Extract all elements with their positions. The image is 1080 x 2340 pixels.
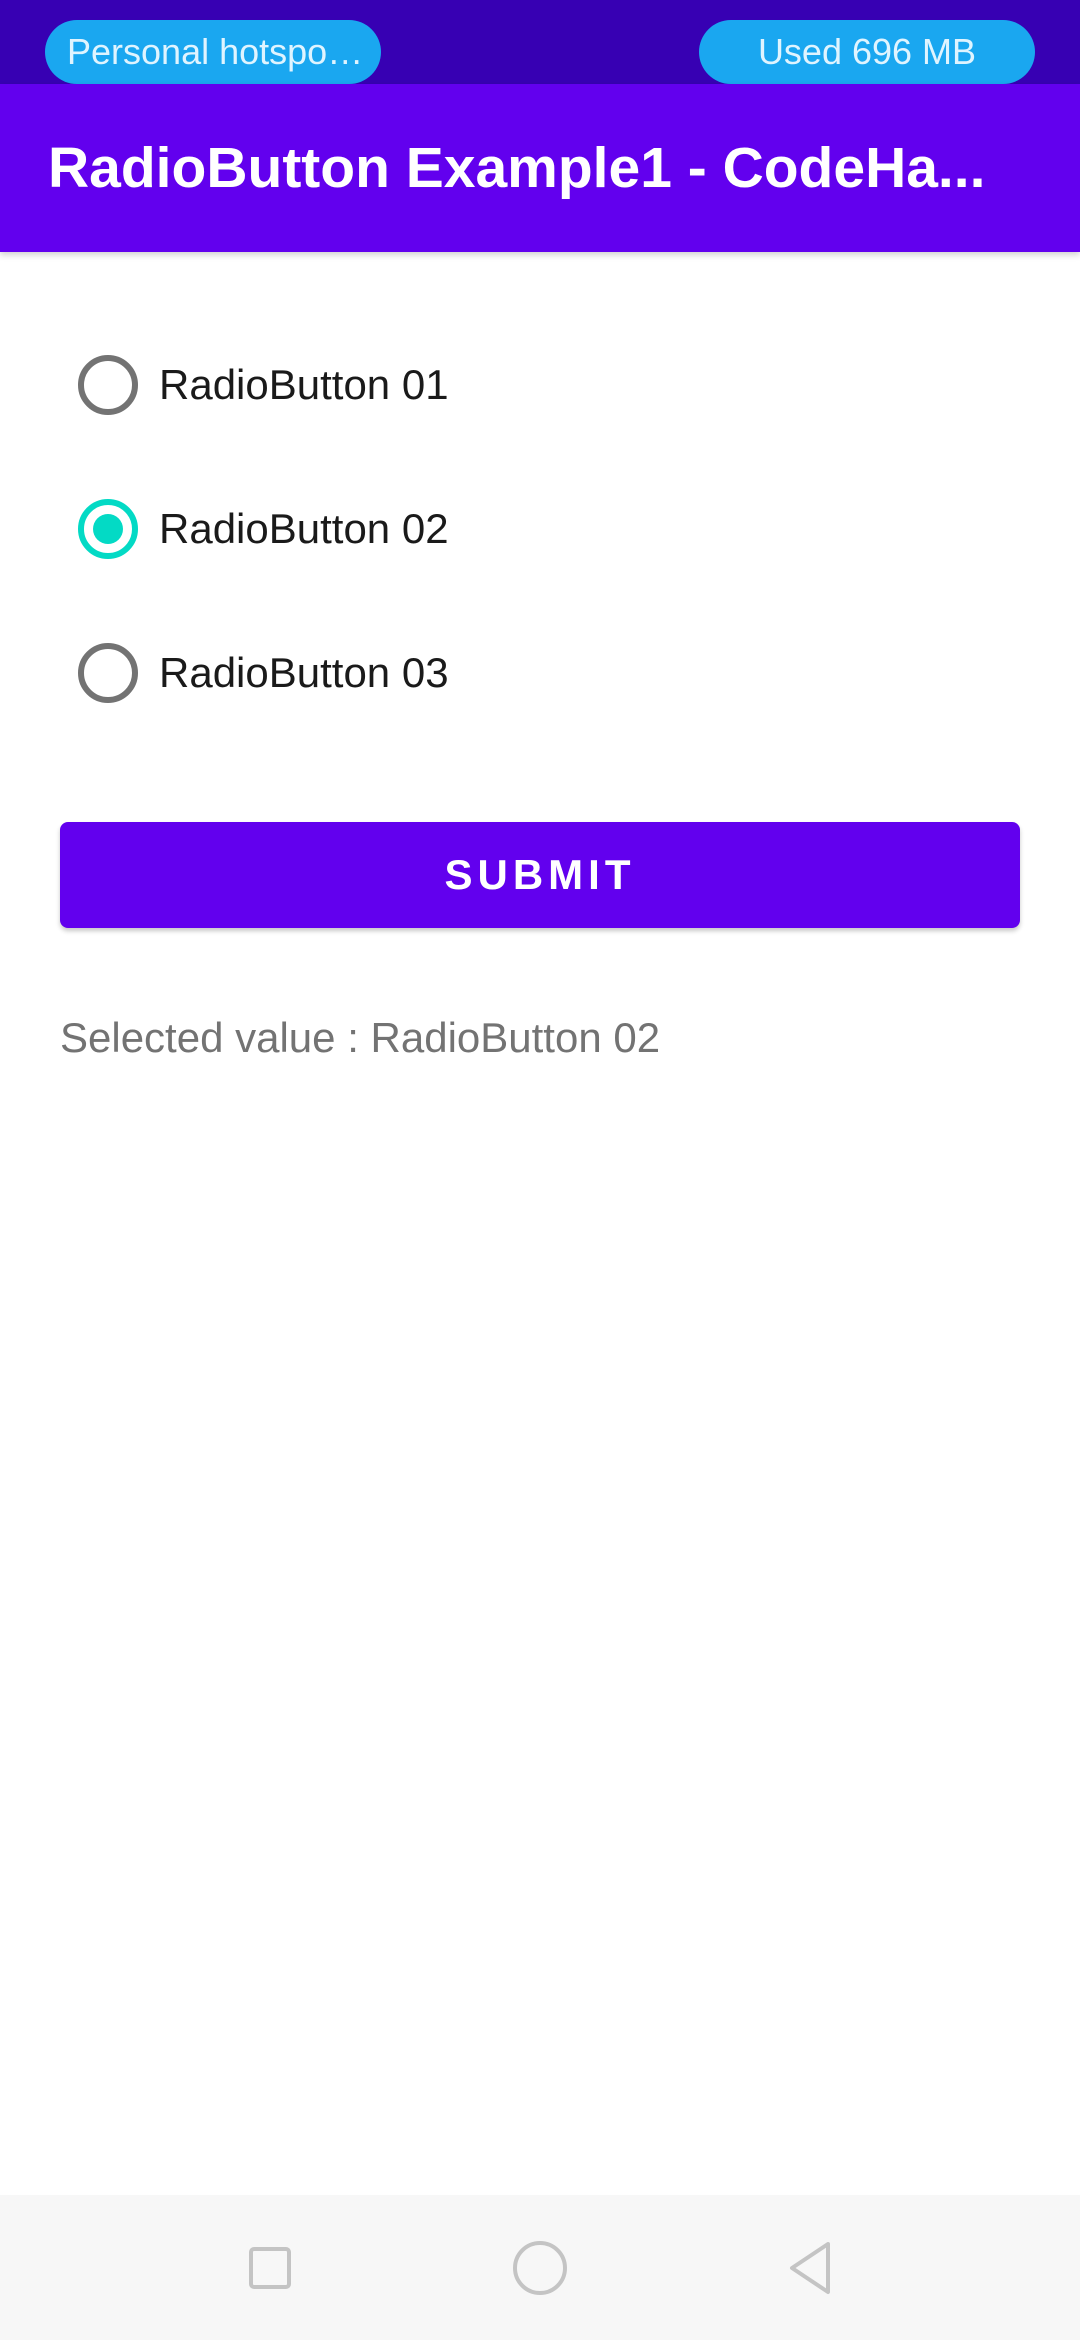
radio-checked-icon[interactable] [78,499,138,559]
radio-option-3[interactable]: RadioButton 03 [60,613,760,733]
app-bar: RadioButton Example1 - CodeHa... [0,84,1080,252]
recents-square-icon[interactable] [230,2232,310,2304]
radio-dot [93,514,123,544]
app-title: RadioButton Example1 - CodeHa... [48,136,986,200]
selected-value-text: Selected value : RadioButton 02 [60,1014,661,1061]
radio-option-label: RadioButton 03 [159,649,449,696]
radio-unchecked-icon[interactable] [78,643,138,703]
status-bar: Personal hotspot ... Used 696 MB [0,0,1080,84]
radio-option-1[interactable]: RadioButton 01 [60,325,760,445]
radio-unchecked-icon[interactable] [78,355,138,415]
submit-button[interactable]: SUBMIT [60,822,1020,928]
back-triangle-icon[interactable] [770,2232,850,2304]
radio-option-label: RadioButton 02 [159,505,449,552]
hotspot-pill[interactable]: Personal hotspot ... [45,20,381,84]
home-circle-icon[interactable] [500,2232,580,2304]
radio-option-2[interactable]: RadioButton 02 [60,469,760,589]
radio-option-label: RadioButton 01 [159,361,449,408]
data-usage-pill[interactable]: Used 696 MB [699,20,1035,84]
